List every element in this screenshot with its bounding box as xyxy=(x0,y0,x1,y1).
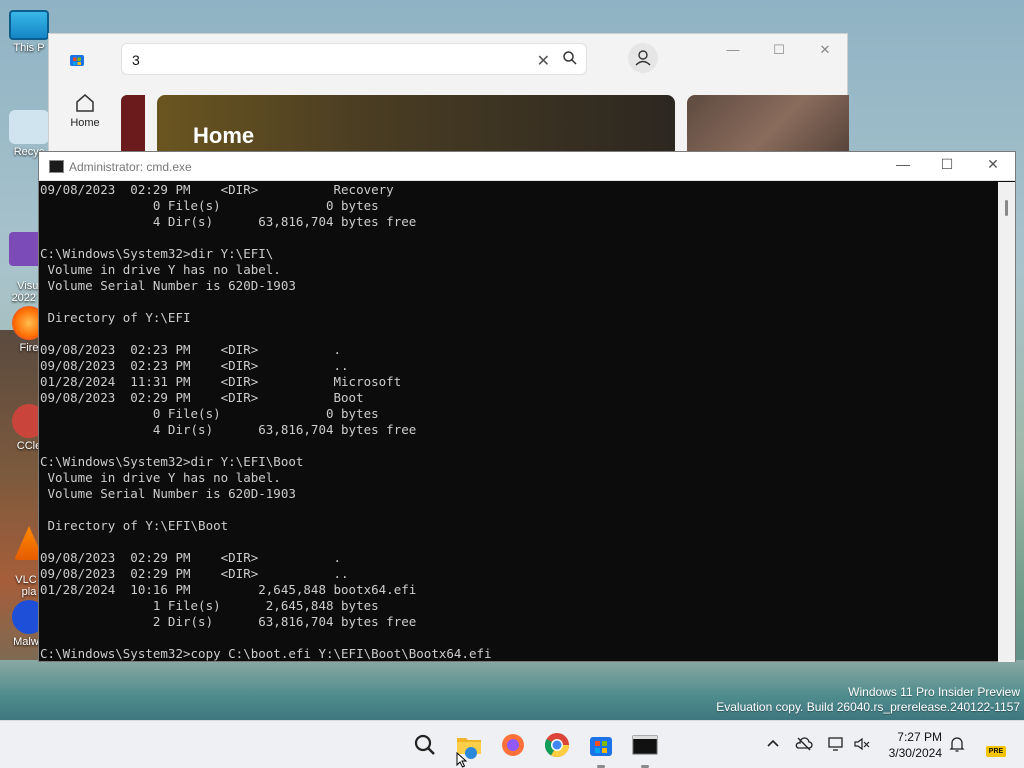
nav-home-label: Home xyxy=(70,117,100,129)
microsoft-store-icon xyxy=(70,55,84,66)
console-line: C:\Windows\System32>copy C:\boot.efi Y:\… xyxy=(40,646,492,661)
watermark-line-1: Windows 11 Pro Insider Preview xyxy=(848,685,1020,699)
taskbar: 7:27 PM 3/30/2024 xyxy=(0,720,1024,768)
console-line: 2 Dir(s) 63,816,704 bytes free xyxy=(40,614,417,629)
console-line: 1 File(s) 2,645,848 bytes xyxy=(40,598,379,613)
cmd-window[interactable]: Administrator: cmd.exe — ☐ ✕ 09/08/2023 … xyxy=(38,151,1016,662)
search-icon xyxy=(414,734,435,755)
store-nav-home[interactable]: Home xyxy=(63,92,107,129)
watermark-line-2: Evaluation copy. Build 26040.rs_prerelea… xyxy=(716,700,1020,714)
firefox-icon xyxy=(502,734,524,756)
store-maximize-button[interactable]: ☐ xyxy=(767,42,791,60)
desktop-icon-label: Fire xyxy=(19,342,39,354)
console-line: 01/28/2024 10:16 PM 2,645,848 bootx64.ef… xyxy=(40,582,417,597)
console-line: Volume Serial Number is 620D-1903 xyxy=(40,486,296,501)
desktop-icon-label: This P xyxy=(13,42,45,54)
store-search-input[interactable] xyxy=(132,50,512,70)
terminal-icon xyxy=(632,735,658,755)
store-search-box[interactable]: ✕ xyxy=(121,43,587,75)
console-line: 0 File(s) 0 bytes xyxy=(40,198,379,213)
console-line: 4 Dir(s) 63,816,704 bytes free xyxy=(40,422,417,437)
console-line: Volume in drive Y has no label. xyxy=(40,262,281,277)
console-output[interactable]: 09/08/2023 02:29 PM <DIR> Recovery 0 Fil… xyxy=(40,182,998,662)
windows-watermark: Windows 11 Pro Insider Preview Evaluatio… xyxy=(716,685,1020,715)
mouse-cursor-icon xyxy=(456,752,468,768)
clock-date: 3/30/2024 xyxy=(888,746,942,760)
console-line: C:\Windows\System32>dir Y:\EFI\Boot xyxy=(40,454,304,469)
console-line: 09/08/2023 02:23 PM <DIR> . xyxy=(40,342,342,357)
user-icon xyxy=(635,50,651,66)
taskbar-clock[interactable]: 7:27 PM 3/30/2024 xyxy=(882,729,942,761)
console-line: 09/08/2023 02:29 PM <DIR> .. xyxy=(40,566,349,581)
store-minimize-button[interactable]: — xyxy=(721,42,745,60)
console-line: 09/08/2023 02:23 PM <DIR> .. xyxy=(40,358,349,373)
account-button[interactable] xyxy=(628,43,658,73)
onedrive-offline-icon[interactable] xyxy=(795,735,813,753)
taskbar-search-button[interactable] xyxy=(409,729,441,761)
notification-bell-icon[interactable] xyxy=(948,735,966,753)
insider-pre-badge: PRE xyxy=(986,746,1006,757)
cmd-icon xyxy=(49,160,64,173)
store-page-title: Home xyxy=(193,123,255,148)
cmd-maximize-button[interactable]: ☐ xyxy=(927,156,967,178)
console-line: 0 File(s) 0 bytes xyxy=(40,406,379,421)
cmd-title: Administrator: cmd.exe xyxy=(69,160,192,174)
volume-muted-icon[interactable] xyxy=(853,735,871,753)
cmd-close-button[interactable]: ✕ xyxy=(973,156,1013,178)
console-line: C:\Windows\System32>dir Y:\EFI\ xyxy=(40,246,274,261)
clock-time: 7:27 PM xyxy=(897,730,942,744)
clear-search-icon[interactable]: ✕ xyxy=(537,51,550,71)
console-line: Directory of Y:\EFI\Boot xyxy=(40,518,229,533)
microsoft-store-icon xyxy=(590,737,612,756)
taskbar-chrome[interactable] xyxy=(541,729,573,761)
console-line: Volume Serial Number is 620D-1903 xyxy=(40,278,296,293)
taskbar-firefox[interactable] xyxy=(497,729,529,761)
network-icon[interactable] xyxy=(827,735,845,753)
cmd-minimize-button[interactable]: — xyxy=(883,156,923,178)
cmd-titlebar[interactable]: Administrator: cmd.exe — ☐ ✕ xyxy=(39,152,1015,181)
store-close-button[interactable]: ✕ xyxy=(813,42,837,60)
search-icon[interactable] xyxy=(562,50,578,66)
home-icon xyxy=(76,94,94,112)
console-line: 09/08/2023 02:29 PM <DIR> Recovery xyxy=(40,182,394,197)
chevron-up-icon[interactable] xyxy=(764,735,782,753)
taskbar-terminal[interactable] xyxy=(629,729,661,768)
console-line: 09/08/2023 02:29 PM <DIR> . xyxy=(40,550,342,565)
monitor-icon xyxy=(9,10,49,40)
console-line: Directory of Y:\EFI xyxy=(40,310,191,325)
console-line: 09/08/2023 02:29 PM <DIR> Boot xyxy=(40,390,364,405)
console-line: 01/28/2024 11:31 PM <DIR> Microsoft xyxy=(40,374,402,389)
scrollbar-thumb[interactable] xyxy=(1005,200,1008,216)
taskbar-microsoft-store[interactable] xyxy=(585,729,617,768)
cmd-scrollbar[interactable] xyxy=(998,182,1015,662)
chrome-icon xyxy=(544,733,569,758)
recycle-bin-icon xyxy=(9,110,49,144)
console-line: 4 Dir(s) 63,816,704 bytes free xyxy=(40,214,417,229)
console-line: Volume in drive Y has no label. xyxy=(40,470,281,485)
